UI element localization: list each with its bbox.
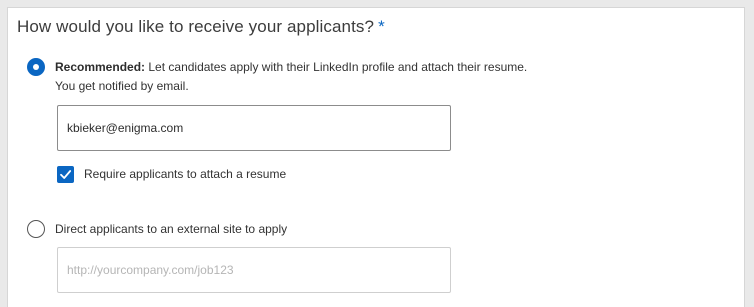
recommended-option-label[interactable]: Recommended: Let candidates apply with t… xyxy=(55,58,527,76)
external-site-label[interactable]: Direct applicants to an external site to… xyxy=(55,220,287,238)
recommended-radio[interactable] xyxy=(27,58,45,76)
question-text: How would you like to receive your appli… xyxy=(17,17,375,36)
require-resume-label[interactable]: Require applicants to attach a resume xyxy=(84,166,286,183)
required-marker: * xyxy=(378,17,385,36)
email-field[interactable]: kbieker@enigma.com xyxy=(57,105,451,151)
external-url-field[interactable]: http://yourcompany.com/job123 xyxy=(57,247,451,293)
recommended-bold-label: Recommended: xyxy=(55,60,146,74)
email-field-value: kbieker@enigma.com xyxy=(67,121,184,135)
require-resume-checkbox[interactable] xyxy=(57,166,74,183)
external-site-radio[interactable] xyxy=(27,220,45,238)
question-heading: How would you like to receive your appli… xyxy=(17,17,385,37)
external-url-placeholder: http://yourcompany.com/job123 xyxy=(67,263,234,277)
checkmark-icon xyxy=(60,170,72,179)
recommended-subtext: You get notified by email. xyxy=(55,79,189,93)
recommended-text: Let candidates apply with their LinkedIn… xyxy=(148,60,528,74)
